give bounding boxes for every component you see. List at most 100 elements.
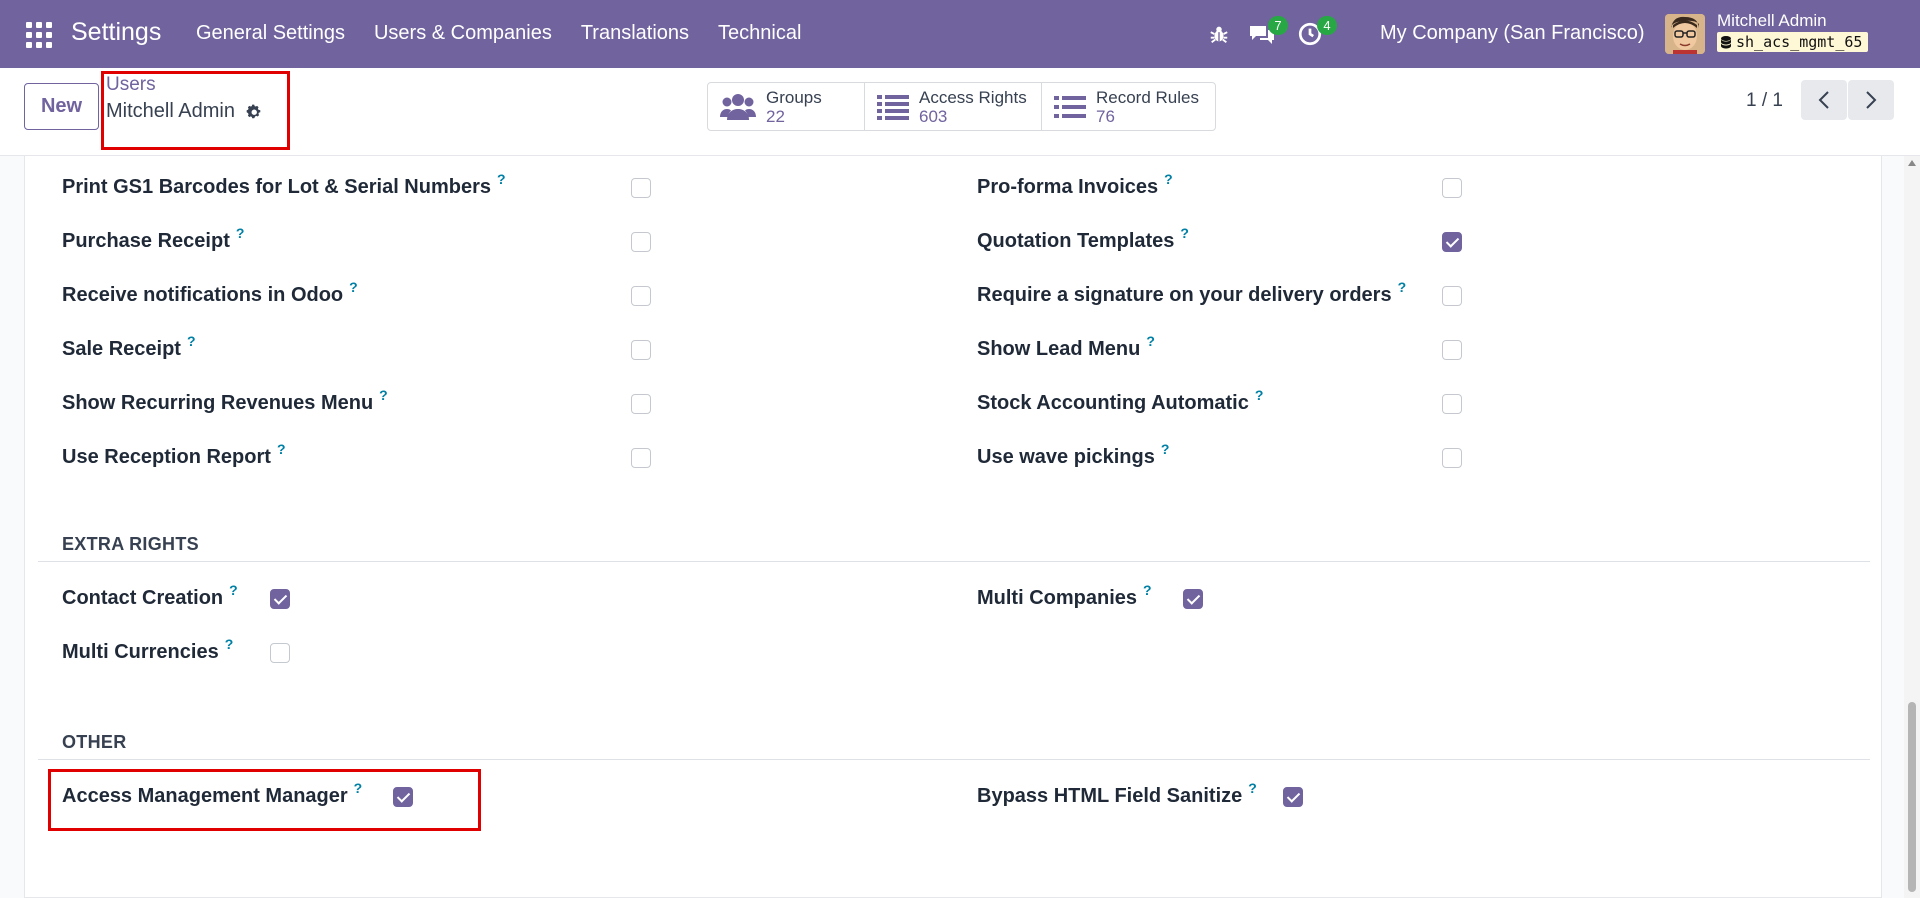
- help-tooltip-icon[interactable]: ?: [1248, 780, 1257, 796]
- section-title-other: OTHER: [62, 732, 127, 752]
- menu-technical[interactable]: Technical: [718, 22, 801, 45]
- field-label: Multi Currencies?: [62, 636, 234, 663]
- chevron-right-icon: [1866, 91, 1877, 109]
- database-icon: [1721, 35, 1731, 48]
- user-name[interactable]: Mitchell Admin: [1717, 11, 1827, 31]
- messages-button[interactable]: 7: [1248, 0, 1288, 68]
- pager-previous-button[interactable]: [1801, 80, 1847, 120]
- groups-smart-button[interactable]: Groups 22: [708, 83, 865, 130]
- field-label: Contact Creation?: [62, 582, 238, 609]
- help-tooltip-icon[interactable]: ?: [379, 387, 388, 403]
- menu-general-settings[interactable]: General Settings: [196, 22, 345, 45]
- field-label: Quotation Templates?: [977, 225, 1189, 252]
- record-rules-smart-button[interactable]: Record Rules 76: [1042, 83, 1215, 130]
- field-label: Require a signature on your delivery ord…: [977, 279, 1407, 306]
- record-name: Mitchell Admin: [106, 100, 235, 122]
- help-tooltip-icon[interactable]: ?: [1180, 225, 1189, 241]
- chevron-left-icon: [1818, 91, 1829, 109]
- help-tooltip-icon[interactable]: ?: [354, 780, 363, 796]
- access-rights-label: Access Rights: [919, 87, 1027, 107]
- field-label: Use wave pickings?: [977, 441, 1170, 468]
- access-rights-count: 603: [919, 106, 948, 126]
- field-label: Show Recurring Revenues Menu?: [62, 387, 388, 414]
- checkbox-require-signature[interactable]: [1442, 286, 1462, 306]
- section-title-extra-rights: EXTRA RIGHTS: [62, 534, 199, 554]
- field-label: Bypass HTML Field Sanitize?: [977, 780, 1257, 807]
- help-tooltip-icon[interactable]: ?: [1161, 441, 1170, 457]
- checkbox-bypass-html-sanitize[interactable]: [1283, 787, 1303, 807]
- field-label: Stock Accounting Automatic?: [977, 387, 1264, 414]
- form-sheet: Print GS1 Barcodes for Lot & Serial Numb…: [24, 156, 1882, 898]
- field-label: Access Management Manager?: [62, 780, 363, 807]
- field-label: Sale Receipt?: [62, 333, 196, 360]
- checkbox-receive-notifications[interactable]: [631, 286, 651, 306]
- checkbox-use-wave-pickings[interactable]: [1442, 448, 1462, 468]
- checkbox-quotation-templates[interactable]: [1442, 232, 1462, 252]
- checkbox-purchase-receipt[interactable]: [631, 232, 651, 252]
- groups-label: Groups: [766, 87, 822, 107]
- checkbox-show-lead-menu[interactable]: [1442, 340, 1462, 360]
- app-grid-icon[interactable]: [26, 22, 52, 48]
- checkbox-multi-companies[interactable]: [1183, 589, 1203, 609]
- pager-value[interactable]: 1 / 1: [1746, 90, 1783, 112]
- checkbox-pro-forma-invoices[interactable]: [1442, 178, 1462, 198]
- record-rules-count: 76: [1096, 106, 1115, 126]
- section-divider: [38, 561, 1870, 562]
- checkbox-sale-receipt[interactable]: [631, 340, 651, 360]
- help-tooltip-icon[interactable]: ?: [187, 333, 196, 349]
- checkbox-access-management-manager[interactable]: [393, 787, 413, 807]
- field-label: Show Lead Menu?: [977, 333, 1155, 360]
- help-tooltip-icon[interactable]: ?: [1398, 279, 1407, 295]
- checkbox-stock-accounting-automatic[interactable]: [1442, 394, 1462, 414]
- activities-button[interactable]: 4: [1297, 0, 1337, 68]
- breadcrumb-users[interactable]: Users: [106, 72, 263, 98]
- section-divider: [38, 759, 1870, 760]
- help-tooltip-icon[interactable]: ?: [497, 171, 506, 187]
- breadcrumb: Users Mitchell Admin: [106, 72, 263, 123]
- checkbox-multi-currencies[interactable]: [270, 643, 290, 663]
- menu-users-companies[interactable]: Users & Companies: [374, 22, 552, 45]
- help-tooltip-icon[interactable]: ?: [225, 636, 234, 652]
- field-label: Print GS1 Barcodes for Lot & Serial Numb…: [62, 171, 506, 198]
- top-navbar: Settings General Settings Users & Compan…: [0, 0, 1920, 68]
- field-label: Receive notifications in Odoo?: [62, 279, 358, 306]
- menu-translations[interactable]: Translations: [581, 22, 689, 45]
- scrollbar-thumb[interactable]: [1908, 702, 1916, 892]
- checkbox-use-reception-report[interactable]: [631, 448, 651, 468]
- list-icon: [877, 94, 909, 120]
- pager-next-button[interactable]: [1848, 80, 1894, 120]
- database-tag: sh_acs_mgmt_65: [1717, 32, 1869, 52]
- checkbox-contact-creation[interactable]: [270, 589, 290, 609]
- scroll-up-icon[interactable]: [1908, 160, 1916, 166]
- list-icon: [1054, 95, 1086, 118]
- database-name: sh_acs_mgmt_65: [1736, 33, 1863, 51]
- checkbox-print-gs1-barcodes[interactable]: [631, 178, 651, 198]
- company-switcher[interactable]: My Company (San Francisco): [1380, 22, 1645, 45]
- help-tooltip-icon[interactable]: ?: [1164, 171, 1173, 187]
- help-tooltip-icon[interactable]: ?: [349, 279, 358, 295]
- checkbox-show-recurring-revenues[interactable]: [631, 394, 651, 414]
- field-label: Purchase Receipt?: [62, 225, 245, 252]
- help-tooltip-icon[interactable]: ?: [1143, 582, 1152, 598]
- activities-badge: 4: [1317, 16, 1337, 35]
- field-label: Pro-forma Invoices?: [977, 171, 1173, 198]
- vertical-scrollbar[interactable]: [1904, 156, 1920, 898]
- control-panel: New Users Mitchell Admin Groups 22 Access…: [0, 68, 1920, 156]
- avatar[interactable]: [1665, 14, 1705, 54]
- app-name[interactable]: Settings: [71, 18, 161, 47]
- smart-buttons: Groups 22 Access Rights 603 Record Rules 76: [707, 82, 1216, 131]
- groups-count: 22: [766, 106, 785, 126]
- help-tooltip-icon[interactable]: ?: [1146, 333, 1155, 349]
- debug-bug-icon[interactable]: [1208, 0, 1230, 68]
- help-tooltip-icon[interactable]: ?: [1255, 387, 1264, 403]
- help-tooltip-icon[interactable]: ?: [229, 582, 238, 598]
- new-button[interactable]: New: [24, 83, 99, 130]
- help-tooltip-icon[interactable]: ?: [277, 441, 286, 457]
- field-label: Use Reception Report?: [62, 441, 286, 468]
- gear-icon[interactable]: [245, 103, 263, 121]
- access-rights-smart-button[interactable]: Access Rights 603: [865, 83, 1042, 130]
- breadcrumb-current: Mitchell Admin: [106, 100, 263, 123]
- messages-badge: 7: [1268, 16, 1288, 35]
- main-menu: General Settings Users & Companies Trans…: [196, 22, 801, 45]
- help-tooltip-icon[interactable]: ?: [236, 225, 245, 241]
